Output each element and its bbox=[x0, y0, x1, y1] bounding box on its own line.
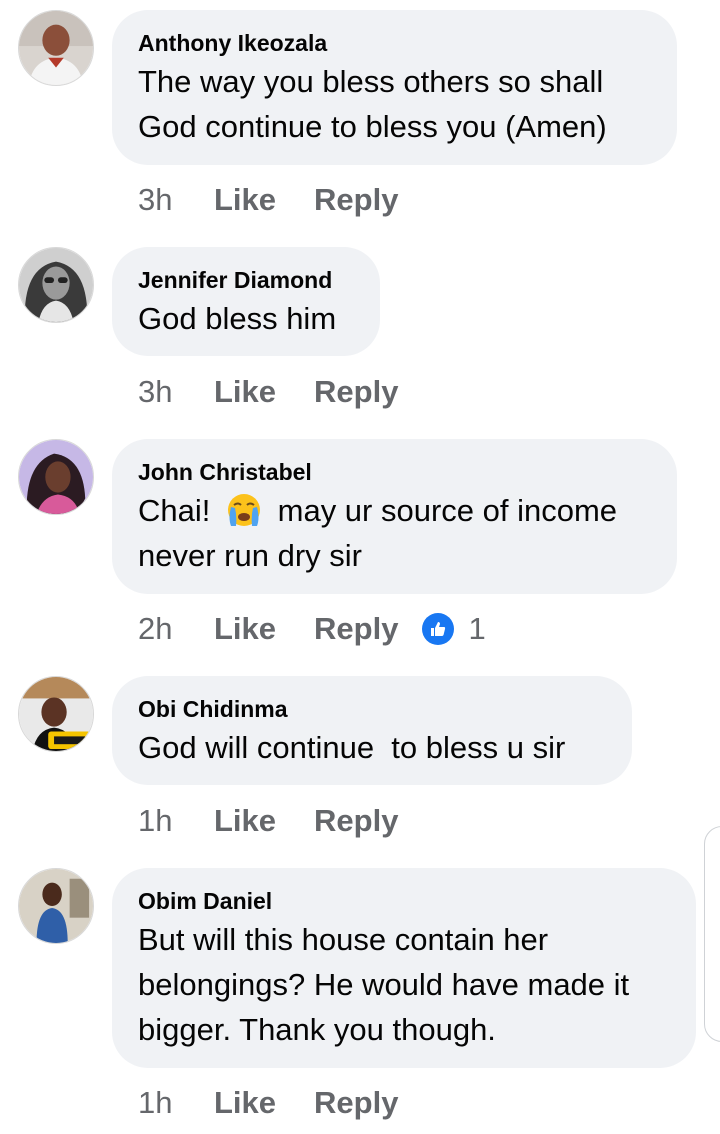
comment-text-line: belongings? He would have made it bbox=[138, 967, 630, 1002]
comment-author[interactable]: Anthony Ikeozala bbox=[138, 29, 649, 57]
comment-bubble: John Christabel Chai! may ur source of i… bbox=[112, 439, 677, 594]
avatar[interactable] bbox=[18, 439, 94, 515]
reply-button[interactable]: Reply bbox=[314, 374, 398, 410]
reply-button[interactable]: Reply bbox=[314, 1085, 398, 1121]
comment-timestamp[interactable]: 1h bbox=[138, 1085, 214, 1121]
comment-text-line: Chai! may ur source of income bbox=[138, 488, 649, 533]
comment-actions: 1h Like Reply bbox=[138, 1083, 398, 1123]
avatar[interactable] bbox=[18, 10, 94, 86]
avatar[interactable] bbox=[18, 868, 94, 944]
side-drawer-handle[interactable] bbox=[704, 826, 720, 1042]
comment-text-line: never run dry sir bbox=[138, 538, 362, 573]
thumbs-up-icon bbox=[422, 613, 455, 645]
reaction-summary[interactable]: 1 bbox=[422, 611, 486, 647]
avatar[interactable] bbox=[18, 676, 94, 752]
comment-text-line: But will this house contain her bbox=[138, 922, 549, 957]
comment-text-segment: may ur source of income bbox=[277, 493, 618, 528]
comment-author[interactable]: Obi Chidinma bbox=[138, 695, 604, 723]
comment-text-segment: Chai! bbox=[138, 493, 211, 528]
comment-actions: 2h Like Reply 1 bbox=[138, 609, 486, 649]
comment-bubble: Obi Chidinma God will continue to bless … bbox=[112, 676, 632, 785]
comment-author[interactable]: Obim Daniel bbox=[138, 887, 668, 915]
comment-bubble: Obim Daniel But will this house contain … bbox=[112, 868, 696, 1068]
reply-button[interactable]: Reply bbox=[314, 803, 398, 839]
like-button[interactable]: Like bbox=[214, 803, 276, 839]
comment-actions: 3h Like Reply bbox=[138, 372, 398, 412]
reaction-count: 1 bbox=[468, 611, 486, 646]
like-button[interactable]: Like bbox=[214, 1085, 276, 1121]
reply-button[interactable]: Reply bbox=[314, 182, 398, 218]
comment-timestamp[interactable]: 3h bbox=[138, 182, 214, 218]
comment-author[interactable]: Jennifer Diamond bbox=[138, 266, 352, 294]
comment-text-line: God bless him bbox=[138, 301, 337, 336]
comment-timestamp[interactable]: 3h bbox=[138, 374, 214, 410]
loudly-crying-face-icon bbox=[228, 494, 260, 526]
comment-text-line: God will continue to bless u sir bbox=[138, 730, 566, 765]
comment-actions: 1h Like Reply bbox=[138, 801, 398, 841]
comment-author[interactable]: John Christabel bbox=[138, 458, 649, 486]
comment-text-line: God continue to bless you (Amen) bbox=[138, 109, 607, 144]
like-button[interactable]: Like bbox=[214, 374, 276, 410]
comment-text-line: The way you bless others so shall bbox=[138, 64, 604, 99]
like-button[interactable]: Like bbox=[214, 182, 276, 218]
comment-timestamp[interactable]: 2h bbox=[138, 611, 214, 647]
comment-timestamp[interactable]: 1h bbox=[138, 803, 214, 839]
comment-actions: 3h Like Reply bbox=[138, 180, 398, 220]
comment-bubble: Anthony Ikeozala The way you bless other… bbox=[112, 10, 677, 165]
reply-button[interactable]: Reply bbox=[314, 611, 398, 647]
comment-bubble: Jennifer Diamond God bless him bbox=[112, 247, 380, 356]
like-button[interactable]: Like bbox=[214, 611, 276, 647]
avatar[interactable] bbox=[18, 247, 94, 323]
comment-text-line: bigger. Thank you though. bbox=[138, 1012, 496, 1047]
